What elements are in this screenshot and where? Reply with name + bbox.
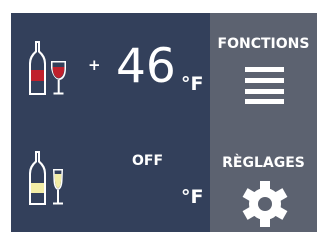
sidebar-menu: FONCTIONS RÈGLAGES xyxy=(210,13,317,232)
temperature-unit: °F xyxy=(181,73,204,95)
temperature-value: 46 xyxy=(116,39,176,94)
settings-label: RÈGLAGES xyxy=(222,155,305,171)
functions-button[interactable]: FONCTIONS xyxy=(210,13,317,122)
hamburger-menu-icon xyxy=(245,67,284,104)
white-wine-bottle-and-flute-icon xyxy=(29,151,63,205)
settings-button[interactable]: RÈGLAGES xyxy=(210,122,317,231)
functions-label: FONCTIONS xyxy=(217,36,310,52)
zone-status: OFF xyxy=(132,153,164,169)
temperature-unit: °F xyxy=(181,186,204,208)
red-wine-bottle-and-glass-icon xyxy=(29,41,66,95)
lower-zone[interactable]: OFF °F xyxy=(11,122,210,231)
temperature-sign: + xyxy=(88,56,101,74)
gear-icon xyxy=(242,181,288,227)
upper-zone[interactable]: + 46 °F xyxy=(11,13,210,122)
wine-cooler-display: + 46 °F OFF °F FONCTIONS RÈGLAGES xyxy=(11,13,317,232)
